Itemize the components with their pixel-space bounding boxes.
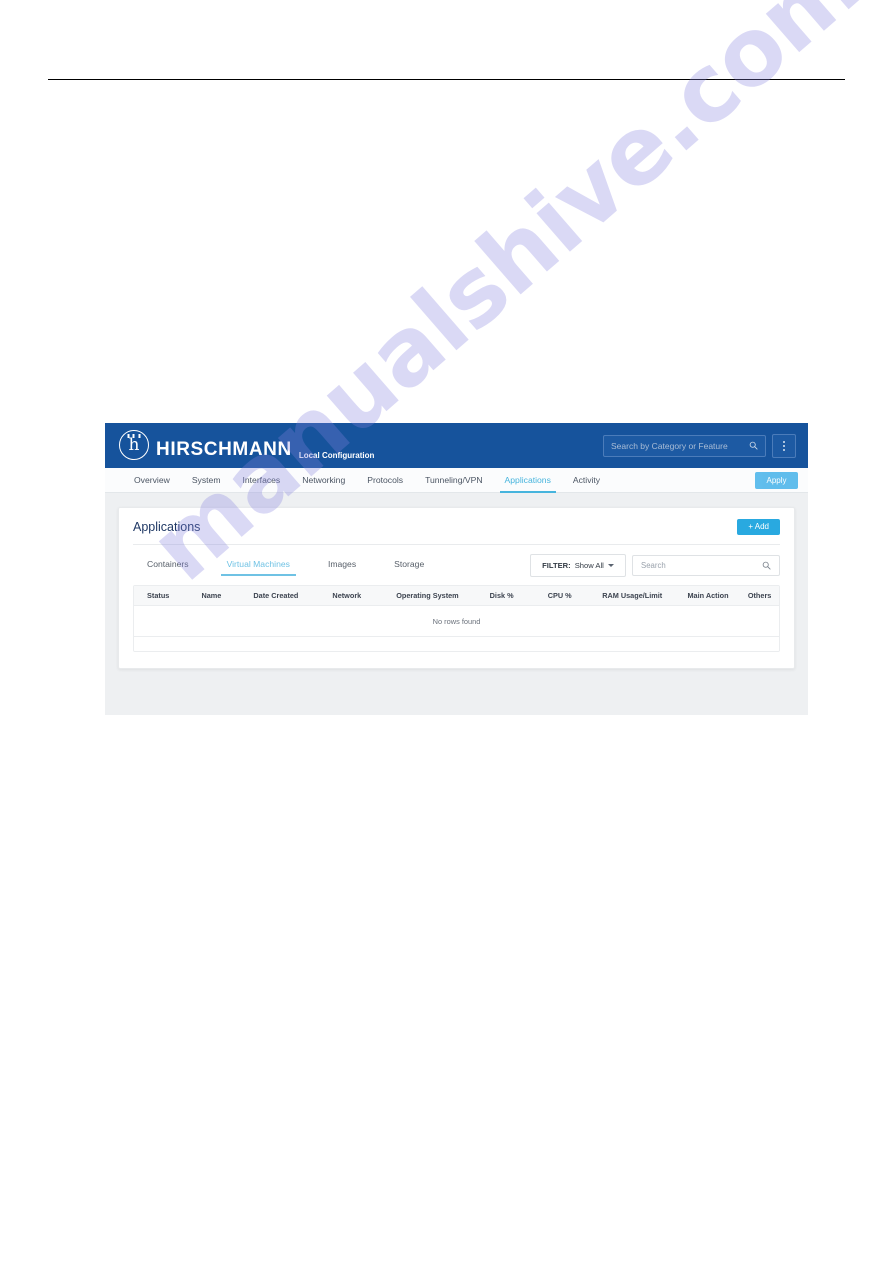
tab-virtual-machines[interactable]: Virtual Machines: [220, 559, 297, 576]
column-header-date-created[interactable]: Date Created: [240, 591, 311, 600]
global-search[interactable]: Search by Category or Feature: [603, 434, 766, 457]
nav-item-applications[interactable]: Applications: [494, 468, 562, 493]
header-actions: Search by Category or Feature: [603, 433, 796, 458]
kebab-dot: [783, 444, 785, 447]
app-header: h HIRSCHMANN Local Configuration Search …: [105, 423, 808, 468]
chevron-down-icon: [607, 564, 614, 567]
nav-item-tunneling-vpn[interactable]: Tunneling/VPN: [414, 468, 493, 493]
primary-nav: Overview System Interfaces Networking Pr…: [105, 468, 808, 493]
filter-dropdown[interactable]: FILTER: Show All: [530, 554, 626, 577]
table-search-placeholder: Search: [641, 561, 666, 570]
kebab-dot: [783, 440, 785, 443]
column-header-ram-usage-limit[interactable]: RAM Usage/Limit: [589, 591, 676, 600]
table-search-input[interactable]: Search: [632, 555, 780, 576]
table-header-row: Status Name Date Created Network Operati…: [134, 586, 779, 606]
add-button[interactable]: + Add: [737, 519, 780, 535]
nav-item-interfaces[interactable]: Interfaces: [231, 468, 291, 493]
apply-button[interactable]: Apply: [755, 471, 798, 489]
tab-containers[interactable]: Containers: [147, 559, 189, 576]
filter-controls: FILTER: Show All Search: [530, 554, 780, 577]
card-header: Applications + Add: [133, 519, 780, 545]
nav-item-protocols[interactable]: Protocols: [356, 468, 414, 493]
sub-tabs: Containers Virtual Machines Images Stora…: [147, 559, 462, 576]
nav-item-system[interactable]: System: [181, 468, 232, 493]
tab-images[interactable]: Images: [328, 559, 356, 576]
column-header-network[interactable]: Network: [311, 591, 382, 600]
kebab-dot: [783, 448, 785, 451]
nav-item-overview[interactable]: Overview: [123, 468, 181, 493]
column-header-status[interactable]: Status: [134, 591, 182, 600]
nav-item-activity[interactable]: Activity: [562, 468, 611, 493]
nav-item-networking[interactable]: Networking: [291, 468, 356, 493]
hirschmann-h-crest-icon: h: [119, 430, 149, 460]
brand: h HIRSCHMANN Local Configuration: [119, 430, 374, 461]
column-header-main-action[interactable]: Main Action: [676, 591, 741, 600]
column-header-disk-percent[interactable]: Disk %: [473, 591, 531, 600]
column-header-name[interactable]: Name: [182, 591, 240, 600]
content-area: Applications + Add Containers Virtual Ma…: [105, 493, 808, 691]
filter-value: Show All: [574, 561, 604, 570]
column-header-operating-system[interactable]: Operating System: [382, 591, 472, 600]
tab-storage[interactable]: Storage: [394, 559, 424, 576]
embedded-screenshot: h HIRSCHMANN Local Configuration Search …: [105, 423, 808, 715]
virtual-machines-table: Status Name Date Created Network Operati…: [133, 585, 780, 652]
brand-subtitle: Local Configuration: [298, 451, 375, 460]
page-title: Applications: [133, 520, 201, 534]
search-icon: [762, 561, 771, 570]
global-search-placeholder: Search by Category or Feature: [611, 440, 728, 451]
sub-tabs-and-filters: Containers Virtual Machines Images Stora…: [133, 545, 780, 579]
search-icon: [749, 441, 758, 450]
filter-prefix: FILTER:: [542, 561, 571, 570]
column-header-cpu-percent[interactable]: CPU %: [531, 591, 589, 600]
logo-letter-h: h: [128, 434, 140, 455]
empty-message: No rows found: [432, 616, 481, 626]
kebab-menu-icon[interactable]: [772, 433, 796, 458]
column-header-others[interactable]: Others: [740, 591, 779, 600]
brand-name: HIRSCHMANN: [156, 439, 292, 460]
document-header-rule: [48, 79, 845, 80]
table-footer-spacer: [134, 637, 779, 651]
applications-card: Applications + Add Containers Virtual Ma…: [118, 507, 795, 669]
table-empty-state: No rows found: [134, 606, 779, 637]
